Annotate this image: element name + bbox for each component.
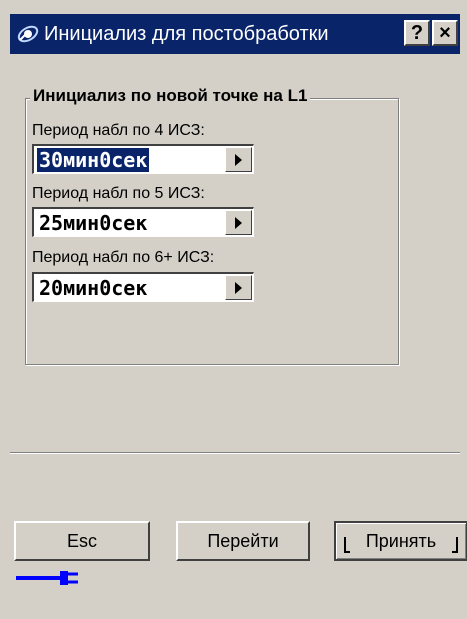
field-label-6-sats: Период набл по 6+ ИСЗ: xyxy=(32,249,215,266)
plug-icon xyxy=(16,571,78,585)
dialog-body: Период набл по 4 ИСЗ: 30мин0сек Период н… xyxy=(10,54,460,454)
help-button[interactable]: ? xyxy=(404,20,430,46)
period-5-sats-value[interactable]: 25мин0сек xyxy=(37,211,149,235)
period-6-sats-field[interactable]: 20мин0сек xyxy=(32,272,254,302)
field-label-5-sats: Период набл по 5 ИСЗ: xyxy=(32,185,205,202)
arrow-right-icon[interactable] xyxy=(225,275,252,300)
window-titlebar[interactable]: Инициализ для постобработки ? × xyxy=(10,14,460,54)
group-title: Инициализ по новой точке на L1 xyxy=(30,84,311,108)
period-6-sats-value[interactable]: 20мин0сек xyxy=(37,276,149,300)
field-label-4-sats: Период набл по 4 ИСЗ: xyxy=(32,122,205,139)
close-button[interactable]: × xyxy=(432,20,458,46)
esc-button[interactable]: Esc xyxy=(14,521,150,561)
arrow-right-icon[interactable] xyxy=(225,147,252,172)
separator xyxy=(10,452,460,454)
accept-button[interactable]: Принять xyxy=(334,521,467,561)
window-title: Инициализ для постобработки xyxy=(44,23,329,45)
period-4-sats-value[interactable]: 30мин0сек xyxy=(37,148,150,172)
period-5-sats-field[interactable]: 25мин0сек xyxy=(32,207,254,237)
satellite-icon xyxy=(17,25,39,43)
arrow-right-icon[interactable] xyxy=(225,210,252,235)
period-4-sats-field[interactable]: 30мин0сек xyxy=(32,144,254,174)
go-button[interactable]: Перейти xyxy=(176,521,310,561)
